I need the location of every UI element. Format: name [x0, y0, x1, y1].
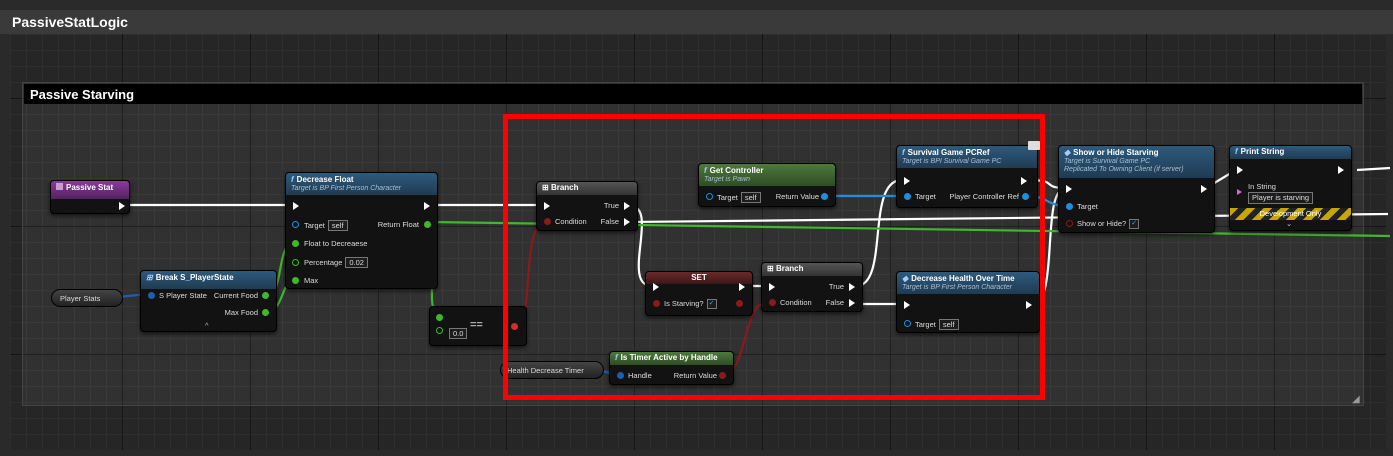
exec-in-pin[interactable] — [293, 202, 299, 210]
node-header: f Decrease Float Target is BP First Person… — [286, 173, 437, 195]
print-string-node[interactable]: f Print String In String Player is starvin… — [1229, 145, 1352, 231]
node-header: Passive Stat — [51, 181, 129, 199]
exec-in-pin[interactable] — [1237, 166, 1243, 174]
blueprint-editor: PassiveStatLogic Passive Starving ◢ Pass… — [0, 0, 1393, 456]
float-in-pin[interactable] — [292, 259, 299, 266]
pin-label: Show or Hide? — [1077, 219, 1127, 228]
exec-out-pin[interactable] — [1201, 185, 1207, 193]
node-title: Print String — [1240, 147, 1285, 156]
pin-label: Max — [304, 276, 319, 285]
exec-out-pin[interactable] — [424, 202, 430, 210]
float-out-pin[interactable] — [262, 309, 269, 316]
float-out-pin[interactable] — [424, 221, 431, 228]
highlight-rectangle — [503, 114, 1045, 400]
node-header: f Print String — [1230, 146, 1351, 159]
pin-label: Percentage — [304, 258, 343, 267]
equals-operator: == — [470, 319, 483, 331]
resize-grip-icon[interactable]: ◢ — [1352, 394, 1360, 405]
function-icon: ⊞ — [146, 273, 153, 282]
function-icon: f — [1235, 147, 1238, 156]
variable-label: Player Stats — [60, 294, 101, 303]
function-icon: f — [291, 175, 294, 184]
development-only-label: Development Only — [1259, 209, 1322, 218]
pin-label: S Player State — [159, 291, 207, 300]
target-value-box[interactable]: self — [327, 220, 348, 231]
show-or-hide-checkbox[interactable]: ✓ — [1129, 219, 1140, 230]
comment-header[interactable] — [24, 84, 1362, 104]
exec-out-pin[interactable] — [119, 202, 125, 210]
pin-label: Return Float — [377, 220, 419, 229]
float-out-pin[interactable] — [262, 292, 269, 299]
show-or-hide-starving-node[interactable]: ◆ Show or Hide Starving Target is Survival… — [1058, 145, 1215, 233]
compare-value-input[interactable]: 0.0 — [449, 328, 468, 339]
node-subtitle: Target is Survival Game PC — [1064, 158, 1151, 165]
float-in-pin[interactable] — [292, 277, 299, 284]
pin-label: Target — [1077, 202, 1098, 211]
float-in-pin[interactable] — [436, 314, 443, 321]
target-pin[interactable] — [292, 221, 299, 228]
comment-title: Passive Starving — [30, 87, 135, 102]
pin-label: Max Food — [224, 308, 258, 317]
node-title: Show or Hide Starving — [1073, 148, 1159, 157]
float-in-pin[interactable] — [292, 240, 299, 247]
node-title: Passive Stat — [66, 183, 114, 192]
break-struct-node[interactable]: ⊞ Break S_PlayerState S Player State Curr… — [140, 270, 277, 332]
exec-out-pin[interactable] — [1338, 166, 1344, 174]
bool-in-pin[interactable] — [1066, 220, 1073, 227]
expand-arrow-icon[interactable]: ⌄ — [1286, 219, 1292, 228]
string-in-pin[interactable] — [1237, 189, 1242, 195]
in-string-input[interactable]: Player is starving — [1248, 192, 1314, 204]
pin-label: Current Food — [213, 291, 258, 300]
decrease-float-node[interactable]: f Decrease Float Target is BP First Person… — [285, 172, 438, 289]
node-header: ⊞ Break S_PlayerState — [141, 271, 276, 289]
struct-in-pin[interactable] — [148, 292, 155, 299]
event-node-passive-stat[interactable]: Passive Stat — [50, 180, 130, 214]
float-in-pin[interactable] — [436, 327, 443, 334]
target-pin[interactable] — [1066, 203, 1073, 210]
exec-in-pin[interactable] — [1066, 185, 1072, 193]
event-icon — [56, 183, 63, 190]
expand-arrow-icon[interactable]: ^ — [205, 321, 209, 330]
variable-player-stats[interactable]: Player Stats — [51, 289, 123, 307]
node-title: Decrease Float — [296, 175, 354, 184]
pin-label: Target — [304, 221, 325, 230]
pin-label: Float to Decreaese — [304, 239, 368, 248]
node-subtitle: Replicated To Owning Client (if server) — [1064, 166, 1184, 173]
event-diamond-icon: ◆ — [1064, 148, 1071, 157]
percentage-input[interactable]: 0.02 — [345, 257, 368, 268]
node-title: Break S_PlayerState — [155, 273, 234, 282]
pin-label: In String — [1248, 182, 1276, 191]
node-subtitle: Target is BP First Person Character — [291, 185, 401, 192]
graph-title: PassiveStatLogic — [12, 14, 128, 30]
graph-titlebar — [0, 10, 1393, 34]
node-header: ◆ Show or Hide Starving Target is Survival… — [1059, 146, 1214, 178]
